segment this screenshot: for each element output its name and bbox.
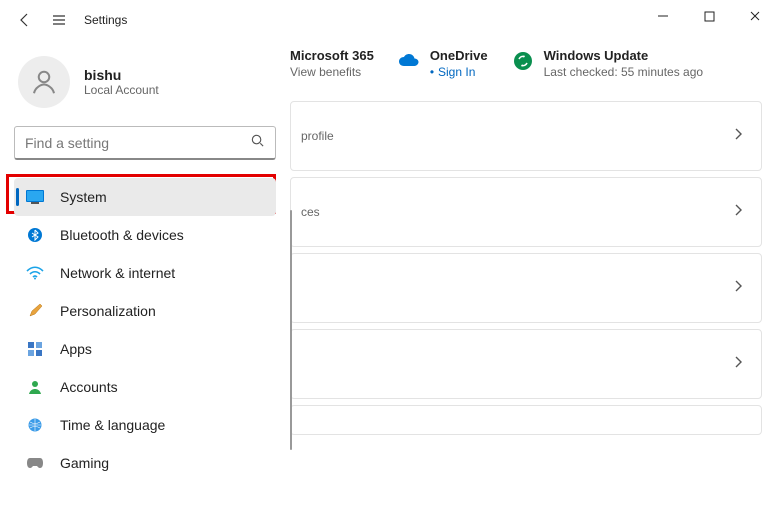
list-item[interactable] [290,405,762,435]
titlebar: Settings [0,0,778,40]
scrollbar[interactable] [290,210,292,450]
sidebar: bishu Local Account System Bl [0,40,290,514]
chevron-right-icon [734,203,743,222]
menu-icon[interactable] [50,11,68,29]
person-icon [26,378,44,396]
list-item[interactable]: profile [290,101,762,171]
sidebar-item-bluetooth[interactable]: Bluetooth & devices [14,216,276,254]
card-windows-update[interactable]: Windows Update Last checked: 55 minutes … [512,48,703,79]
maximize-button[interactable] [686,0,732,32]
back-icon[interactable] [16,11,34,29]
sidebar-item-gaming[interactable]: Gaming [14,444,276,482]
card-title: Windows Update [544,48,703,63]
sidebar-item-apps[interactable]: Apps [14,330,276,368]
wifi-icon [26,264,44,282]
minimize-button[interactable] [640,0,686,32]
user-account-type: Local Account [84,83,159,97]
sidebar-item-personalization[interactable]: Personalization [14,292,276,330]
apps-icon [26,340,44,358]
chevron-right-icon [734,279,743,298]
search-box[interactable] [14,126,276,160]
main-panel: Microsoft 365 View benefits OneDrive •Si… [290,40,778,514]
sync-icon [512,50,534,72]
sidebar-item-label: Accounts [60,379,118,395]
list-item[interactable] [290,329,762,399]
sidebar-item-label: Network & internet [60,265,175,281]
list-item-text: ces [301,205,320,219]
gamepad-icon [26,454,44,472]
search-input[interactable] [25,135,250,151]
sidebar-item-network[interactable]: Network & internet [14,254,276,292]
window-title: Settings [84,13,127,27]
paintbrush-icon [26,302,44,320]
sidebar-item-system[interactable]: System [14,178,276,216]
avatar [18,56,70,108]
bluetooth-icon [26,226,44,244]
sidebar-item-label: Bluetooth & devices [60,227,184,243]
card-title: OneDrive [430,48,488,63]
user-name: bishu [84,67,159,83]
sidebar-item-label: Time & language [60,417,165,433]
search-icon[interactable] [250,133,265,153]
chevron-right-icon [734,355,743,374]
card-sub[interactable]: •Sign In [430,65,488,79]
sidebar-item-label: System [60,189,107,205]
card-sub: View benefits [290,65,374,79]
list-item-text: profile [301,129,334,143]
list-item[interactable] [290,253,762,323]
cloud-icon [398,50,420,72]
card-microsoft-365[interactable]: Microsoft 365 View benefits [290,48,374,79]
globe-clock-icon [26,416,44,434]
sidebar-item-time-language[interactable]: Time & language [14,406,276,444]
nav-list: System Bluetooth & devices Network & int… [14,178,276,482]
card-title: Microsoft 365 [290,48,374,63]
system-icon [26,188,44,206]
settings-list: profile ces [290,101,778,435]
chevron-right-icon [734,127,743,146]
sidebar-item-label: Personalization [60,303,156,319]
list-item[interactable]: ces [290,177,762,247]
card-onedrive[interactable]: OneDrive •Sign In [398,48,488,79]
card-sub: Last checked: 55 minutes ago [544,65,703,79]
user-block[interactable]: bishu Local Account [14,52,276,126]
close-button[interactable] [732,0,778,32]
top-cards: Microsoft 365 View benefits OneDrive •Si… [290,42,778,95]
sidebar-item-label: Gaming [60,455,109,471]
sidebar-item-label: Apps [60,341,92,357]
sidebar-item-accounts[interactable]: Accounts [14,368,276,406]
